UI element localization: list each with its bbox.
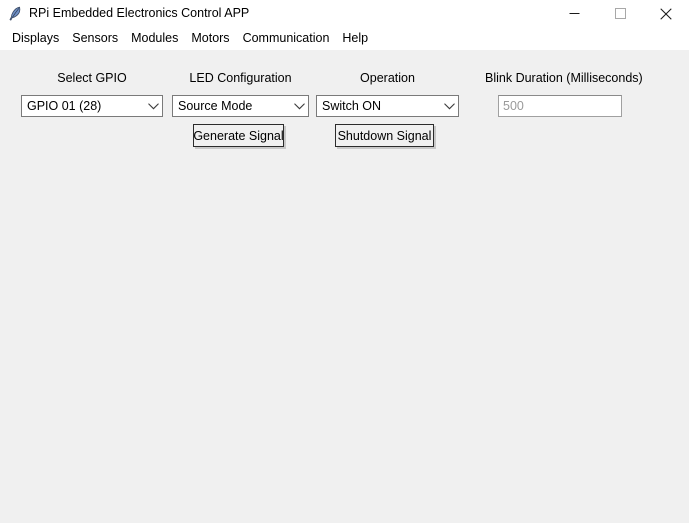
blink-duration-input[interactable]: 500	[498, 95, 622, 117]
app-window: RPi Embedded Electronics Control APP	[0, 0, 689, 523]
title-bar: RPi Embedded Electronics Control APP	[0, 0, 689, 27]
led-config-label: LED Configuration	[172, 70, 309, 86]
operation-label: Operation	[316, 70, 459, 86]
shutdown-signal-button[interactable]: Shutdown Signal	[335, 124, 434, 147]
menu-bar: Displays Sensors Modules Motors Communic…	[0, 27, 689, 50]
main-content: Select GPIO LED Configuration Operation …	[0, 50, 689, 523]
minimize-icon[interactable]	[551, 0, 597, 27]
menu-item-displays[interactable]: Displays	[6, 29, 66, 48]
gpio-label: Select GPIO	[21, 70, 163, 86]
gpio-combobox[interactable]: GPIO 01 (28)	[21, 95, 163, 117]
blink-duration-placeholder: 500	[499, 97, 524, 115]
menu-item-help[interactable]: Help	[336, 29, 375, 48]
window-controls	[551, 0, 689, 27]
menu-item-sensors[interactable]: Sensors	[66, 29, 125, 48]
close-icon[interactable]	[643, 0, 689, 27]
operation-combobox-value: Switch ON	[317, 97, 440, 115]
operation-combobox[interactable]: Switch ON	[316, 95, 459, 117]
menu-item-motors[interactable]: Motors	[185, 29, 236, 48]
maximize-icon[interactable]	[597, 0, 643, 27]
menu-item-modules[interactable]: Modules	[125, 29, 185, 48]
chevron-down-icon	[144, 96, 162, 116]
feather-icon	[7, 5, 24, 22]
generate-signal-button[interactable]: Generate Signal	[193, 124, 284, 147]
chevron-down-icon	[290, 96, 308, 116]
blink-duration-label: Blink Duration (Milliseconds)	[485, 70, 638, 86]
led-config-combobox-value: Source Mode	[173, 97, 290, 115]
gpio-combobox-value: GPIO 01 (28)	[22, 97, 144, 115]
chevron-down-icon	[440, 96, 458, 116]
led-config-combobox[interactable]: Source Mode	[172, 95, 309, 117]
window-title: RPi Embedded Electronics Control APP	[29, 5, 249, 22]
menu-item-communication[interactable]: Communication	[237, 29, 337, 48]
